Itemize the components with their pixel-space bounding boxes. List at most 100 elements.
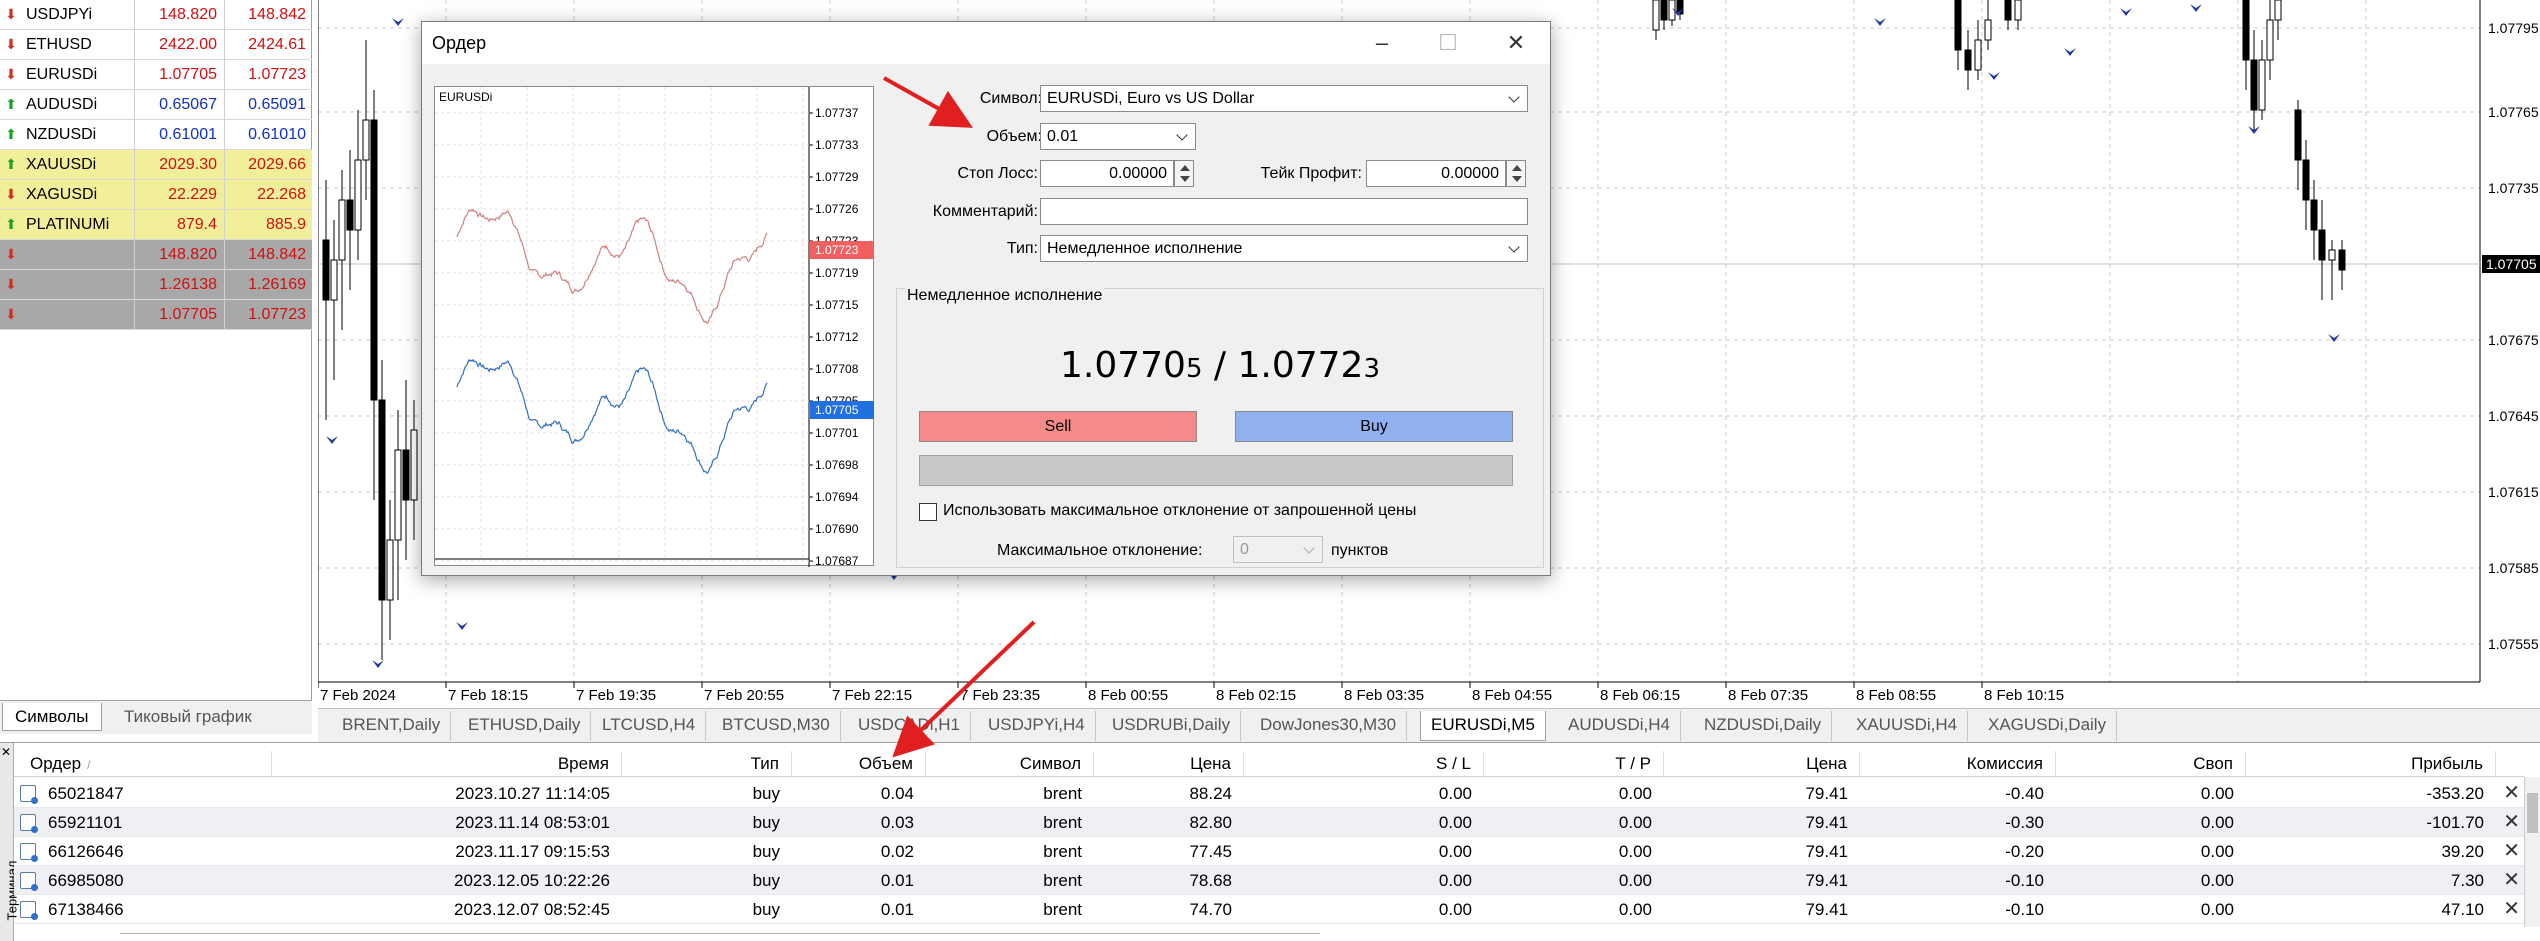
bid-price: 0.65067 (159, 95, 217, 113)
order-dialog: Ордер – ☐ ✕ EURUSDi 1.07737 1.07733 1.07729… (421, 21, 1551, 576)
market-watch-row[interactable]: ⬇ EURUSDi 1.07705 1.07723 (0, 60, 312, 90)
chart-tab[interactable]: BRENT,Daily (332, 711, 452, 741)
minimize-icon[interactable]: – (1362, 28, 1402, 58)
chart-tab[interactable]: NZDUSDi,Daily (1694, 711, 1833, 741)
column-header[interactable]: Объем (792, 751, 926, 777)
cell-time: 2023.12.05 10:22:26 (454, 871, 610, 890)
close-position-icon[interactable]: ✕ (2503, 808, 2520, 837)
cell-swap: 0.00 (2200, 813, 2234, 832)
fractal-arrow-icon (372, 660, 384, 668)
column-header[interactable]: S / L (1244, 751, 1484, 777)
buy-button[interactable]: Buy (1235, 411, 1513, 442)
mini-price-tick: 1.07733 (815, 138, 859, 152)
table-row[interactable]: 65021847 2023.10.27 11:14:05 buy 0.04 brent 8… (14, 779, 2524, 808)
fractal-arrow-icon (2120, 8, 2132, 16)
ask-price: 148.842 (248, 5, 306, 23)
market-watch-row[interactable]: ⬇ GBPUSDi 1.26138 1.26169 (0, 270, 312, 300)
chart-tab[interactable]: USDCADi,H1 (848, 711, 972, 741)
price-tick-label: 1.07615 (2488, 484, 2539, 500)
chart-tab[interactable]: EURUSDi,M5 (1420, 711, 1546, 741)
orders-scrollbar[interactable] (2524, 777, 2540, 927)
market-watch-row[interactable]: ⬇ ETHUSD 2422.00 2424.61 (0, 30, 312, 60)
column-header[interactable]: Цена (1094, 751, 1244, 777)
take-profit-input[interactable]: 0.00000 (1366, 160, 1506, 187)
chart-tab[interactable]: AUDUSDi,H4 (1558, 711, 1682, 741)
chart-tab[interactable]: BTCUSD,M30 (712, 711, 841, 741)
market-watch-row[interactable]: ⬆ PLATINUMi 879.4 885.9 (0, 210, 312, 240)
table-row[interactable]: 65921101 2023.11.14 08:53:01 buy 0.03 brent 8… (14, 808, 2524, 837)
market-watch-row[interactable]: ⬇ XAGUSDi 22.229 22.268 (0, 180, 312, 210)
orders-table-header: Ордер / Время Тип Объем Символ Цена S / L T / P Ц… (14, 751, 2524, 777)
stop-loss-input[interactable]: 0.00000 (1040, 160, 1174, 187)
candle-body (1652, 0, 1660, 31)
tick-chart-svg: EURUSDi 1.07737 1.07733 1.07729 1.07726 1.077… (435, 87, 874, 568)
cell-tp: 0.00 (1618, 813, 1652, 832)
cell-profit: 39.20 (2441, 842, 2484, 861)
dialog-titlebar[interactable]: Ордер – ☐ ✕ (422, 22, 1550, 64)
market-watch-row[interactable]: ⬇ USDJPYi 148.820 148.842 (0, 0, 312, 30)
market-watch-row[interactable]: ⬆ NZDUSDi 0.61001 0.61010 (0, 120, 312, 150)
market-watch-row[interactable]: ⬆ AUDUSDi 0.65067 0.65091 (0, 90, 312, 120)
order-type-select[interactable]: Немедленное исполнение (1040, 235, 1528, 262)
column-header[interactable]: Цена (1664, 751, 1860, 777)
quote-bid-small: 5 (1185, 354, 1203, 384)
tab-tick-chart[interactable]: Тиковый график (112, 703, 264, 731)
take-profit-spinner[interactable] (1506, 160, 1526, 187)
column-header[interactable]: Своп (2056, 751, 2246, 777)
chart-tab[interactable]: USDJPYi,H4 (978, 711, 1096, 741)
chart-tab[interactable]: XAGUSDi,Daily (1978, 711, 2118, 741)
close-icon[interactable]: ✕ (1496, 28, 1536, 58)
volume-select[interactable]: 0.01 (1040, 123, 1196, 150)
sell-button[interactable]: Sell (919, 411, 1197, 442)
price-tick-label: 1.07675 (2488, 332, 2539, 348)
column-header-label: Цена (1806, 754, 1847, 773)
table-row[interactable]: 66985080 2023.12.05 10:22:26 buy 0.01 brent 7… (14, 866, 2524, 895)
chart-tab[interactable]: ETHUSD,Daily (458, 711, 592, 741)
stop-loss-spinner[interactable] (1174, 160, 1194, 187)
time-tick-label: 7 Feb 2024 (320, 687, 396, 700)
bid-price: 0.61001 (159, 125, 217, 143)
chart-tab[interactable]: LTCUSD,H4 (592, 711, 707, 741)
time-tick-label: 8 Feb 03:35 (1344, 687, 1424, 700)
maximize-icon[interactable]: ☐ (1428, 28, 1468, 58)
cell-cur: 79.41 (1805, 842, 1848, 861)
column-header[interactable]: Время (272, 751, 622, 777)
table-row[interactable]: 67138466 2023.12.07 08:52:45 buy 0.01 brent 7… (14, 895, 2524, 924)
tab-symbols[interactable]: Символы (2, 703, 102, 731)
close-position-icon[interactable]: ✕ (2503, 779, 2520, 808)
column-header-label: Ордер (30, 754, 82, 773)
close-position-icon[interactable]: ✕ (2503, 895, 2520, 924)
max-deviation-checkbox[interactable] (919, 503, 937, 521)
cell-comm: -0.40 (2005, 784, 2044, 803)
comment-input[interactable] (1040, 198, 1528, 225)
max-deviation-checkbox-label[interactable]: Использовать максимальное отклонение от … (943, 502, 1416, 520)
market-watch-row[interactable]: ⬇ USDJPYi 148.820 148.842 (0, 240, 312, 270)
column-header-label: T / P (1615, 754, 1651, 773)
time-tick-label: 7 Feb 18:15 (448, 687, 528, 700)
symbol-name: USDJPYi (26, 245, 93, 263)
market-watch-row[interactable]: ⬇ EURUSDi 1.07705 1.07723 (0, 300, 312, 330)
cell-sl: 0.00 (1438, 813, 1472, 832)
ask-price: 2424.61 (248, 35, 306, 53)
symbol-select[interactable]: EURUSDi, Euro vs US Dollar (1040, 85, 1528, 112)
ask-price: 1.26169 (248, 275, 306, 293)
bid-price: 1.07705 (159, 65, 217, 83)
scrollbar-thumb[interactable] (2527, 793, 2538, 833)
market-watch-row[interactable]: ⬆ XAUUSDi 2029.30 2029.66 (0, 150, 312, 180)
column-header[interactable]: Прибыль (2246, 751, 2496, 777)
table-row[interactable]: 66126646 2023.11.17 09:15:53 buy 0.02 brent 7… (14, 837, 2524, 866)
column-header[interactable]: Тип (622, 751, 792, 777)
close-position-icon[interactable]: ✕ (2503, 837, 2520, 866)
chart-tab[interactable]: XAUUSDi,H4 (1846, 711, 1969, 741)
column-header[interactable]: Символ (926, 751, 1094, 777)
chart-tab[interactable]: USDRUBi,Daily (1102, 711, 1242, 741)
column-header[interactable]: T / P (1484, 751, 1664, 777)
column-header[interactable]: Комиссия (1860, 751, 2056, 777)
column-header[interactable]: Ордер / (22, 751, 272, 777)
ask-price: 0.65091 (248, 95, 306, 113)
max-deviation-select[interactable]: 0 (1233, 536, 1323, 563)
chart-tab[interactable]: DowJones30,M30 (1250, 711, 1408, 741)
close-position-icon[interactable]: ✕ (2503, 866, 2520, 895)
close-icon[interactable]: ✕ (1, 745, 11, 759)
sort-indicator-icon: / (87, 758, 91, 772)
